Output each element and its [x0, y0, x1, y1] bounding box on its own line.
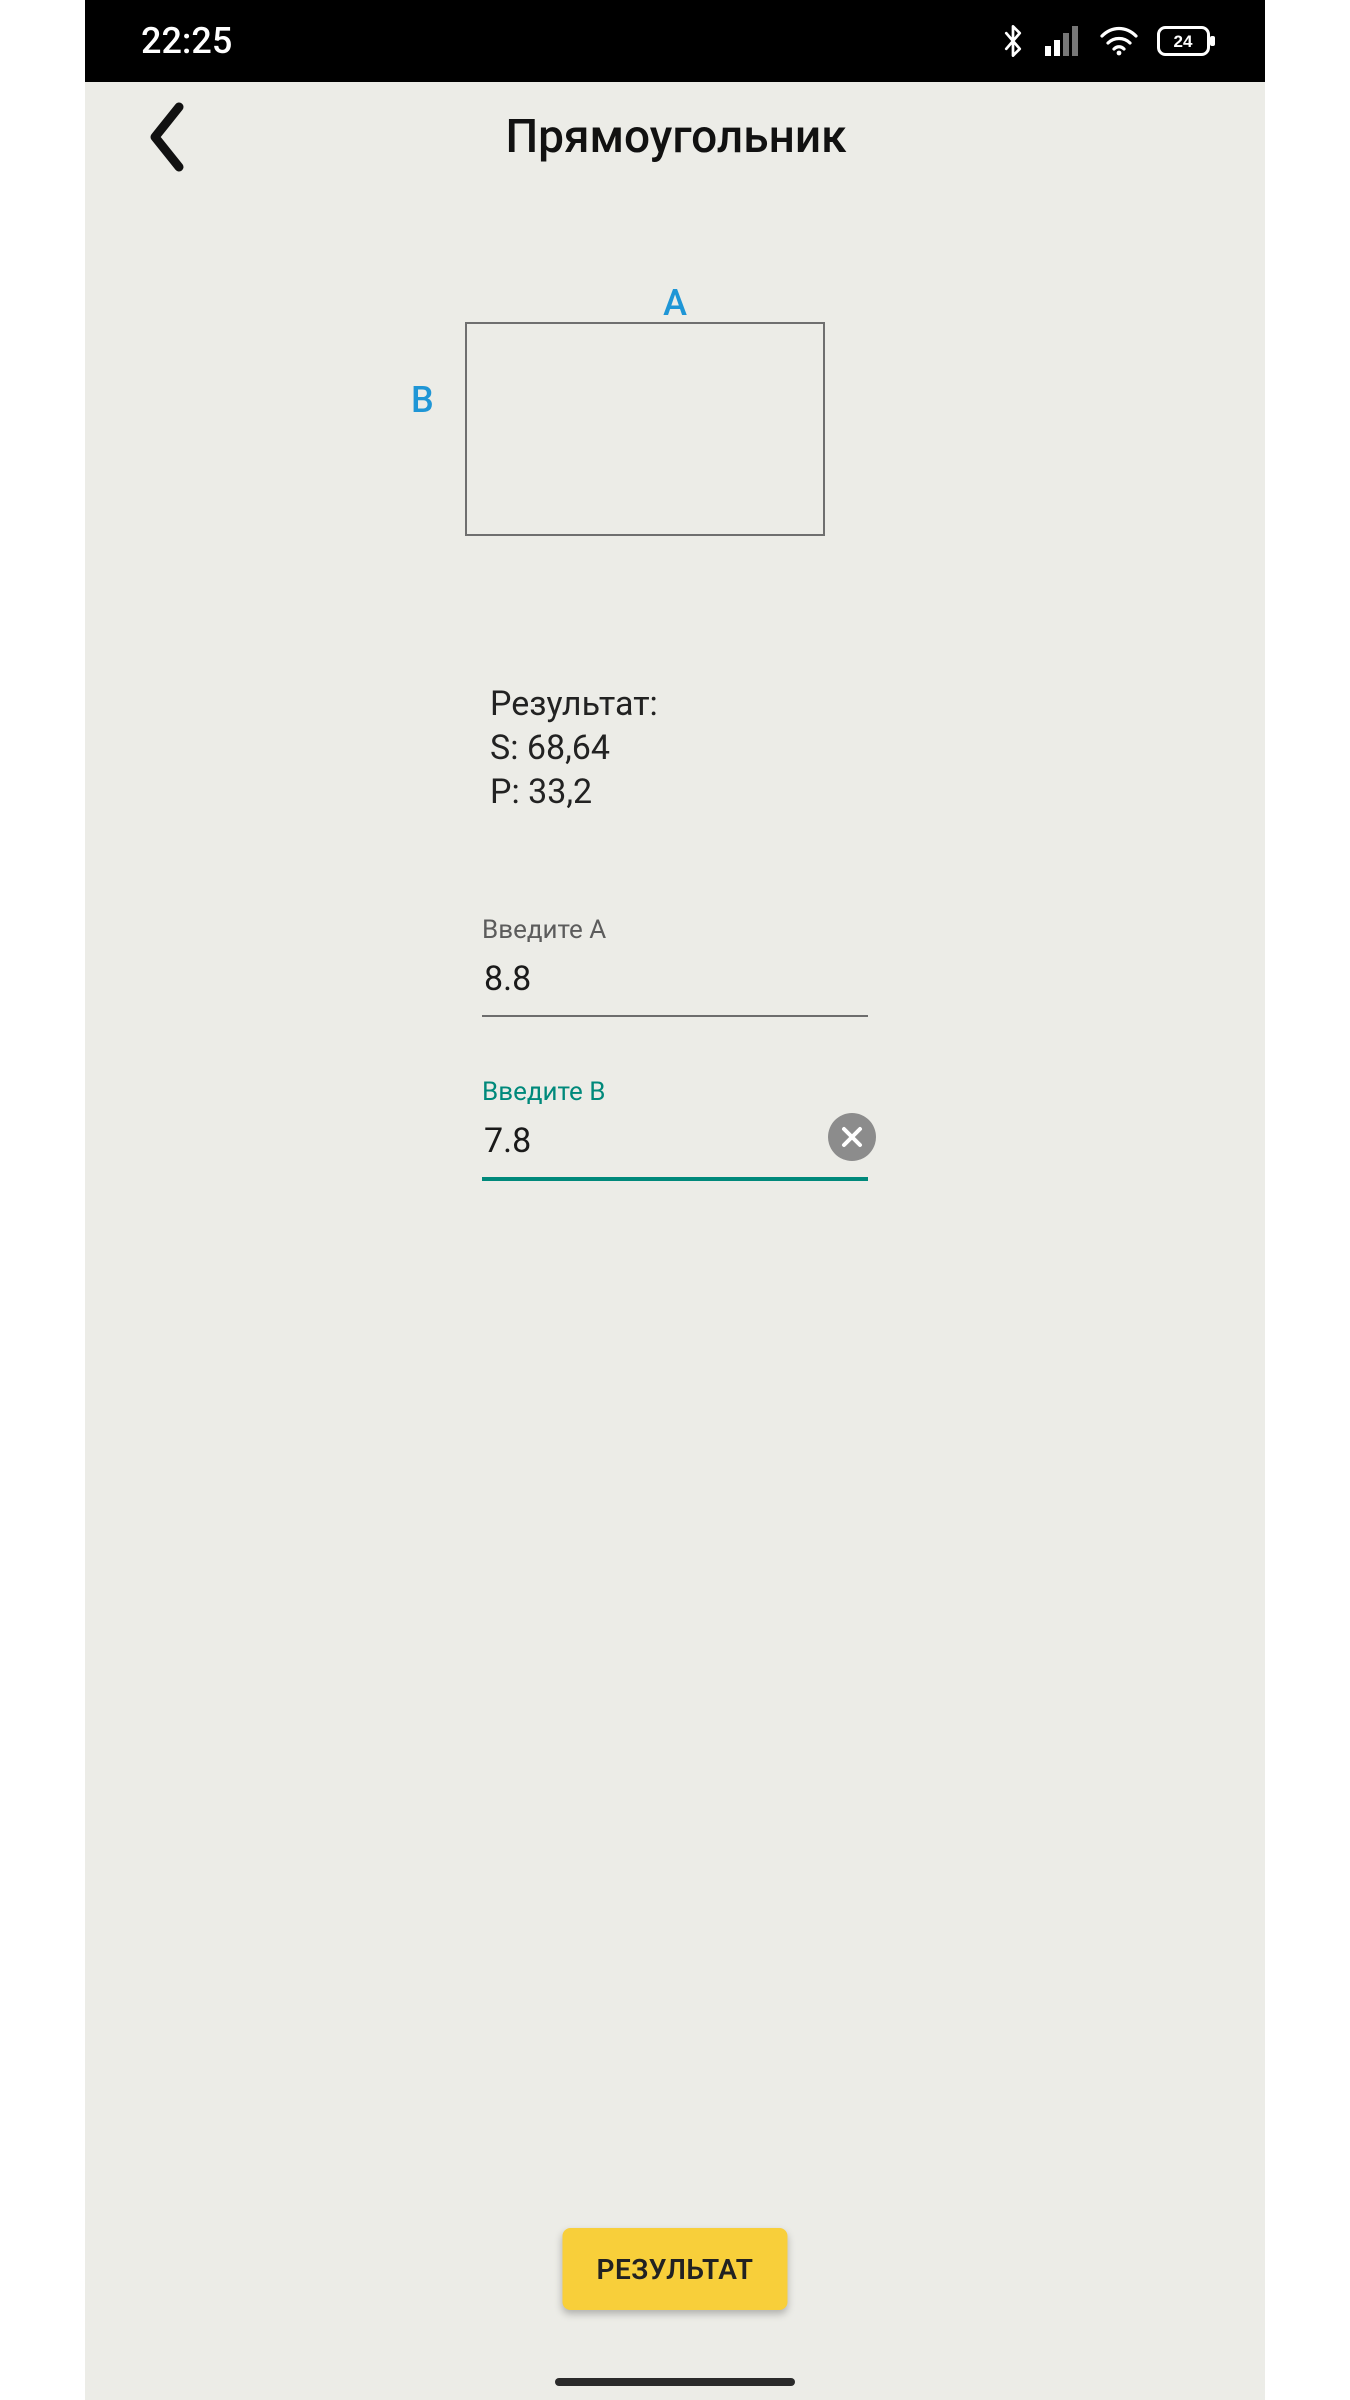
field-a-label: Введите A [482, 915, 868, 945]
page-title: Прямоугольник [197, 110, 1265, 164]
home-indicator [555, 2378, 795, 2386]
field-b: Введите B [482, 1077, 868, 1181]
chevron-left-icon [145, 101, 189, 173]
input-a[interactable] [482, 945, 868, 1015]
wifi-icon [1099, 26, 1139, 56]
status-time: 22:25 [141, 20, 232, 62]
app-bar: Прямоугольник [85, 82, 1265, 192]
diagram-label-b: B [411, 379, 434, 421]
status-bar: 22:25 [85, 0, 1265, 82]
result-title: Результат: [490, 682, 860, 726]
svg-text:24: 24 [1174, 32, 1193, 51]
result-s: S: 68,64 [490, 726, 860, 770]
clear-input-b-button[interactable] [828, 1113, 876, 1161]
signal-icon [1045, 26, 1081, 56]
diagram-label-a: A [663, 282, 687, 324]
back-button[interactable] [137, 107, 197, 167]
result-button[interactable]: РЕЗУЛЬТАТ [562, 2228, 787, 2310]
inputs: Введите A Введите B [482, 915, 868, 1181]
bluetooth-icon [999, 23, 1027, 59]
status-icons: 24 [999, 23, 1217, 59]
field-a: Введите A [482, 915, 868, 1017]
result-block: Результат: S: 68,64 P: 33,2 [490, 682, 860, 815]
close-icon [839, 1124, 865, 1150]
rectangle-shape [465, 322, 825, 536]
result-p: P: 33,2 [490, 770, 860, 814]
app-root: 22:25 [85, 0, 1265, 2400]
input-b[interactable] [482, 1107, 868, 1177]
battery-icon: 24 [1157, 26, 1217, 56]
content: A B Результат: S: 68,64 P: 33,2 Введите … [85, 192, 1265, 1181]
rectangle-diagram: A B [465, 322, 885, 582]
field-b-label: Введите B [482, 1077, 868, 1107]
